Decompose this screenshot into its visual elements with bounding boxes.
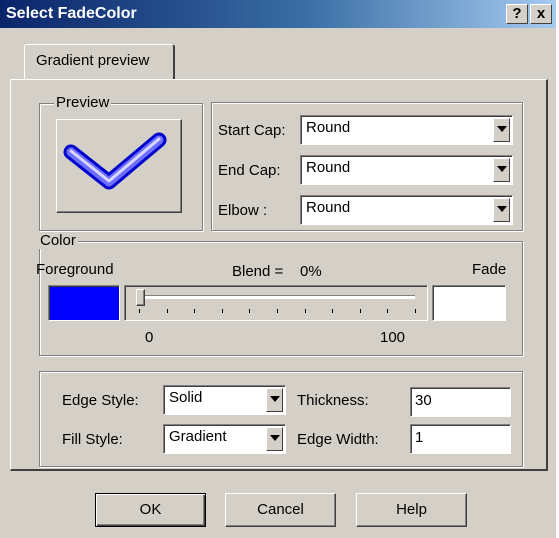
edge-width-input[interactable]: 1 xyxy=(410,424,511,454)
elbow-label: Elbow : xyxy=(218,202,268,219)
edge-width-label: Edge Width: xyxy=(297,431,379,448)
blend-slider-thumb[interactable] xyxy=(136,289,145,306)
elbow-select[interactable]: Round xyxy=(300,195,513,225)
fill-style-select[interactable]: Gradient xyxy=(163,424,286,454)
blend-slider-track xyxy=(139,295,415,299)
help-button-label: Help xyxy=(396,501,427,518)
edge-style-dropdown-arrow-icon[interactable] xyxy=(266,388,283,412)
slider-tick xyxy=(332,309,334,313)
start-cap-label: Start Cap: xyxy=(218,122,286,139)
edge-style-value: Solid xyxy=(169,389,203,406)
edge-style-label: Edge Style: xyxy=(62,392,139,409)
window-title: Select FadeColor xyxy=(6,5,137,22)
slider-tick xyxy=(359,309,361,313)
slider-tick xyxy=(415,309,416,313)
edge-width-value: 1 xyxy=(415,429,424,446)
slider-max-label: 100 xyxy=(380,329,406,346)
fill-style-value: Gradient xyxy=(169,428,227,445)
close-title-button[interactable]: x xyxy=(530,4,552,24)
slider-tick xyxy=(249,309,251,313)
preview-image xyxy=(56,119,182,213)
start-cap-select[interactable]: Round xyxy=(300,115,513,145)
fill-style-label: Fill Style: xyxy=(62,431,123,448)
slider-tick xyxy=(277,309,278,313)
end-cap-select[interactable]: Round xyxy=(300,155,513,185)
edge-style-select[interactable]: Solid xyxy=(163,385,286,415)
slider-tick xyxy=(387,309,389,313)
blend-value: 0% xyxy=(300,263,322,280)
help-title-button[interactable]: ? xyxy=(506,4,528,24)
preview-legend: Preview xyxy=(54,94,112,111)
checkmark-stroke-icon xyxy=(63,132,167,190)
foreground-label: Foreground xyxy=(36,261,114,278)
cancel-button[interactable]: Cancel xyxy=(225,493,336,527)
slider-tick xyxy=(194,309,196,313)
help-button[interactable]: Help xyxy=(356,493,467,527)
fade-color-swatch[interactable] xyxy=(432,285,506,321)
tab-gradient-preview-label: Gradient preview xyxy=(36,52,150,69)
thickness-value: 30 xyxy=(415,392,432,409)
slider-min-label: 0 xyxy=(145,329,154,346)
tab-gradient-preview[interactable]: Gradient preview xyxy=(24,44,175,80)
blend-label: Blend = xyxy=(232,263,284,280)
start-cap-dropdown-arrow-icon[interactable] xyxy=(493,118,510,142)
end-cap-value: Round xyxy=(306,159,351,176)
fade-label: Fade xyxy=(472,261,507,278)
slider-tick xyxy=(221,309,223,313)
title-bar[interactable]: Select FadeColor ? x xyxy=(0,0,556,28)
dialog-window: Select FadeColor ? x Gradient preview Pr… xyxy=(0,0,556,538)
slider-tick xyxy=(166,309,168,313)
start-cap-value: Round xyxy=(306,119,351,136)
cancel-button-label: Cancel xyxy=(257,501,304,518)
elbow-value: Round xyxy=(306,199,351,216)
fill-style-dropdown-arrow-icon[interactable] xyxy=(266,427,283,451)
slider-tick xyxy=(139,309,140,313)
thickness-input[interactable]: 30 xyxy=(410,387,511,417)
end-cap-label: End Cap: xyxy=(218,162,281,179)
ok-button[interactable]: OK xyxy=(95,493,206,527)
end-cap-dropdown-arrow-icon[interactable] xyxy=(493,158,510,182)
blend-slider[interactable] xyxy=(124,285,428,321)
thickness-label: Thickness: xyxy=(297,392,369,409)
slider-tick xyxy=(304,309,306,313)
elbow-dropdown-arrow-icon[interactable] xyxy=(493,198,510,222)
ok-button-label: OK xyxy=(139,501,162,518)
foreground-color-swatch[interactable] xyxy=(48,285,120,321)
color-legend: Color xyxy=(38,232,78,249)
